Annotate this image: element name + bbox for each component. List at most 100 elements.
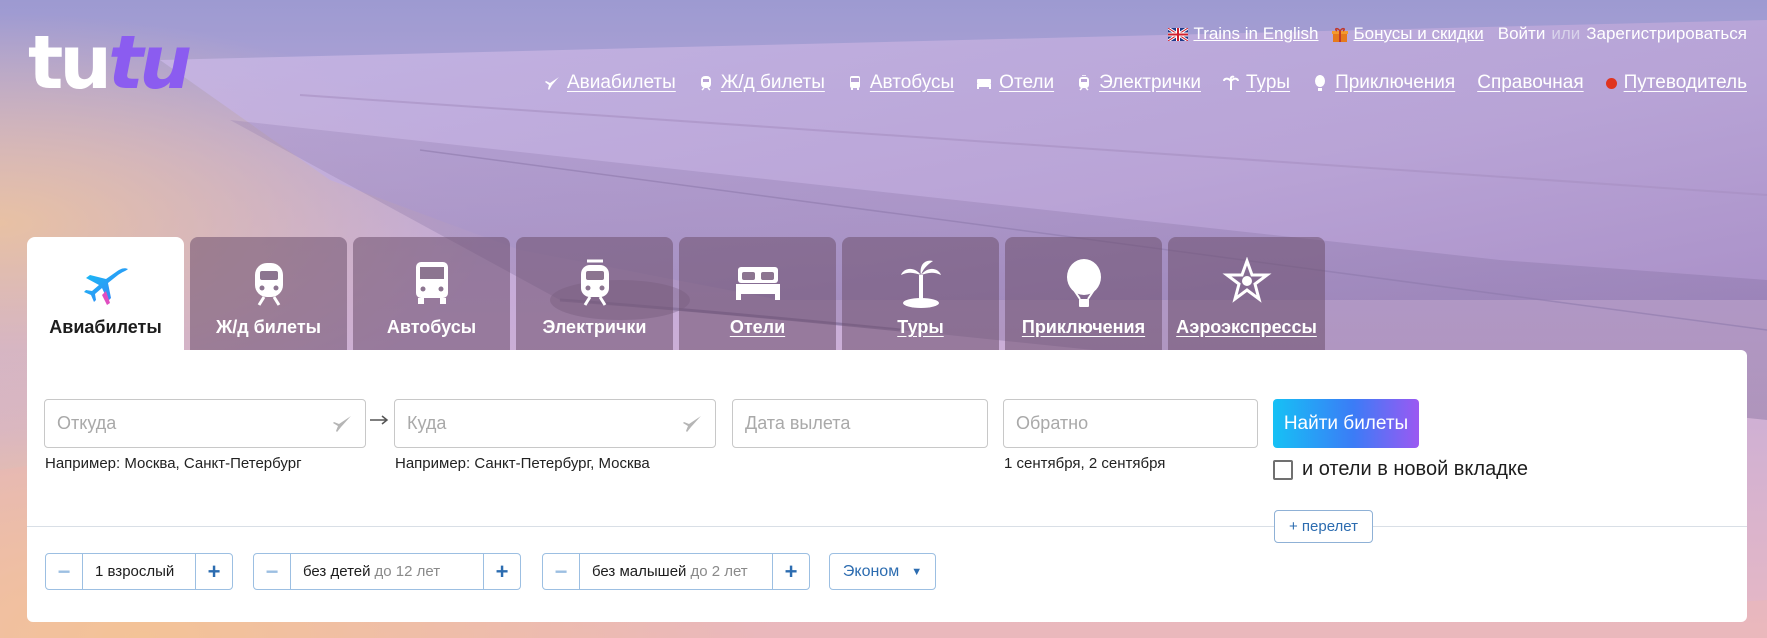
- tab-suburban[interactable]: Электрички: [516, 237, 673, 350]
- children-stepper: − без детей до 12 лет +: [253, 553, 521, 590]
- nav-item-tours[interactable]: Туры: [1223, 72, 1290, 94]
- tab-avia[interactable]: Авиабилеты: [27, 237, 184, 350]
- english-link-wrap[interactable]: Trains in English: [1168, 24, 1318, 44]
- adults-value: 1 взрослый: [82, 554, 196, 589]
- nav-label: Справочная: [1477, 72, 1584, 93]
- to-field[interactable]: [394, 399, 716, 448]
- infants-text: без малышей: [592, 563, 687, 580]
- nav-item-reference[interactable]: Справочная: [1477, 72, 1583, 94]
- trains-in-english-link[interactable]: Trains in English: [1193, 24, 1318, 43]
- bonus-link-wrap[interactable]: Бонусы и скидки: [1332, 24, 1484, 44]
- add-flight-button[interactable]: + перелет: [1274, 510, 1373, 543]
- register-link[interactable]: Зарегистрироваться: [1586, 24, 1747, 44]
- tab-label: Ж/д билеты: [215, 317, 322, 337]
- tab-label: Авиабилеты: [49, 317, 162, 337]
- tab-hotels[interactable]: Отели: [679, 237, 836, 350]
- children-subtext: до 12 лет: [374, 563, 441, 580]
- nav-item-hotels[interactable]: Отели: [976, 72, 1054, 94]
- adults-stepper: − 1 взрослый +: [45, 553, 233, 590]
- login-link[interactable]: Войти: [1498, 24, 1546, 44]
- arrow-right-icon: [370, 415, 389, 425]
- hotels-checkbox-row[interactable]: и отели в новой вкладке: [1273, 458, 1528, 481]
- transport-tabs: Авиабилеты Ж/д билеты Автобусы Электричк…: [27, 237, 1325, 350]
- uk-flag-icon: [1168, 28, 1189, 42]
- red-dot-icon: [1605, 77, 1617, 89]
- main-nav: Авиабилеты Ж/д билеты Автобусы Отели Эле…: [544, 72, 1747, 94]
- suburban-train-icon: [1079, 75, 1090, 91]
- plane-icon: [544, 77, 559, 90]
- chevron-down-icon: ▼: [911, 565, 923, 578]
- tab-label: Туры: [897, 317, 944, 337]
- nav-label: Туры: [1246, 72, 1291, 93]
- nav-item-avia[interactable]: Авиабилеты: [544, 72, 676, 94]
- nav-label: Автобусы: [869, 72, 955, 93]
- tutu-logo[interactable]: tutu: [28, 26, 192, 100]
- infants-subtext: до 2 лет: [690, 563, 748, 580]
- plane-icon: [683, 415, 701, 432]
- tab-train[interactable]: Ж/д билеты: [190, 237, 347, 350]
- train-icon: [700, 76, 711, 91]
- infants-minus-button[interactable]: −: [543, 554, 579, 589]
- bus-icon: [415, 262, 448, 304]
- cabin-class-value: Эконом: [842, 562, 900, 580]
- infants-plus-button[interactable]: +: [773, 554, 809, 589]
- return-hint: 1 сентября, 2 сентября: [1004, 455, 1166, 472]
- from-field[interactable]: [44, 399, 366, 448]
- logo-part-1: tu: [28, 20, 112, 106]
- find-tickets-button[interactable]: Найти билеты: [1273, 399, 1419, 448]
- logo-part-2: tu: [108, 20, 192, 106]
- tab-label: Электрички: [542, 317, 647, 337]
- to-input[interactable]: [407, 413, 681, 434]
- to-hint: Например: Санкт-Петербург, Москва: [395, 455, 650, 472]
- nav-item-bus[interactable]: Автобусы: [847, 72, 954, 94]
- hotels-checkbox[interactable]: [1273, 459, 1293, 480]
- nav-label: Отели: [999, 72, 1055, 93]
- cabin-class-select[interactable]: Эконом ▼: [829, 553, 936, 590]
- return-date-input[interactable]: [1016, 413, 1248, 434]
- depart-date-field[interactable]: [732, 399, 988, 448]
- tab-label: Приключения: [1021, 317, 1146, 337]
- infants-stepper: − без малышей до 2 лет +: [542, 553, 810, 590]
- hotels-checkbox-label: и отели в новой вкладке: [1302, 458, 1528, 480]
- tab-adventures[interactable]: Приключения: [1005, 237, 1162, 350]
- tab-label: Аэроэкспрессы: [1176, 317, 1317, 337]
- children-minus-button[interactable]: −: [254, 554, 290, 589]
- balloon-icon: [1315, 75, 1326, 91]
- tab-label: Автобусы: [386, 317, 477, 337]
- nav-label: Путеводитель: [1623, 72, 1747, 93]
- tab-tours[interactable]: Туры: [842, 237, 999, 350]
- or-text: или: [1551, 24, 1581, 43]
- nav-label: Ж/д билеты: [720, 72, 825, 93]
- palm-icon: [900, 260, 941, 308]
- panel-divider: [27, 526, 1747, 527]
- nav-item-adventures[interactable]: Приключения: [1312, 72, 1455, 94]
- return-date-field[interactable]: [1003, 399, 1258, 448]
- nav-label: Авиабилеты: [566, 72, 676, 93]
- bonus-link[interactable]: Бонусы и скидки: [1353, 24, 1483, 43]
- bed-icon: [735, 267, 780, 300]
- aeroexpress-icon: [1222, 257, 1271, 303]
- suburban-train-icon: [580, 259, 609, 306]
- gift-icon: [1332, 27, 1349, 42]
- adults-plus-button[interactable]: +: [196, 554, 232, 589]
- palm-icon: [1223, 75, 1239, 90]
- nav-item-guide[interactable]: Путеводитель: [1605, 72, 1747, 94]
- plane-icon: [333, 415, 351, 432]
- nav-item-suburban[interactable]: Электрички: [1076, 72, 1201, 94]
- tab-label: Отели: [729, 317, 786, 337]
- children-plus-button[interactable]: +: [484, 554, 520, 589]
- tab-bus[interactable]: Автобусы: [353, 237, 510, 350]
- nav-item-train[interactable]: Ж/д билеты: [698, 72, 825, 94]
- nav-label: Электрички: [1099, 72, 1201, 93]
- auth-links: Войти или Зарегистрироваться: [1498, 24, 1747, 44]
- from-input[interactable]: [57, 413, 331, 434]
- top-utility-bar: Trains in English Бонусы и скидки Войти …: [1168, 24, 1747, 44]
- depart-date-input[interactable]: [745, 413, 977, 434]
- bus-icon: [849, 76, 860, 90]
- balloon-icon: [1066, 259, 1101, 307]
- children-value: без детей до 12 лет: [290, 554, 484, 589]
- adults-minus-button[interactable]: −: [46, 554, 82, 589]
- plane-icon: [83, 268, 128, 305]
- tab-aeroexpress[interactable]: Аэроэкспрессы: [1168, 237, 1325, 350]
- search-panel: Например: Москва, Санкт-Петербург Наприм…: [27, 350, 1747, 622]
